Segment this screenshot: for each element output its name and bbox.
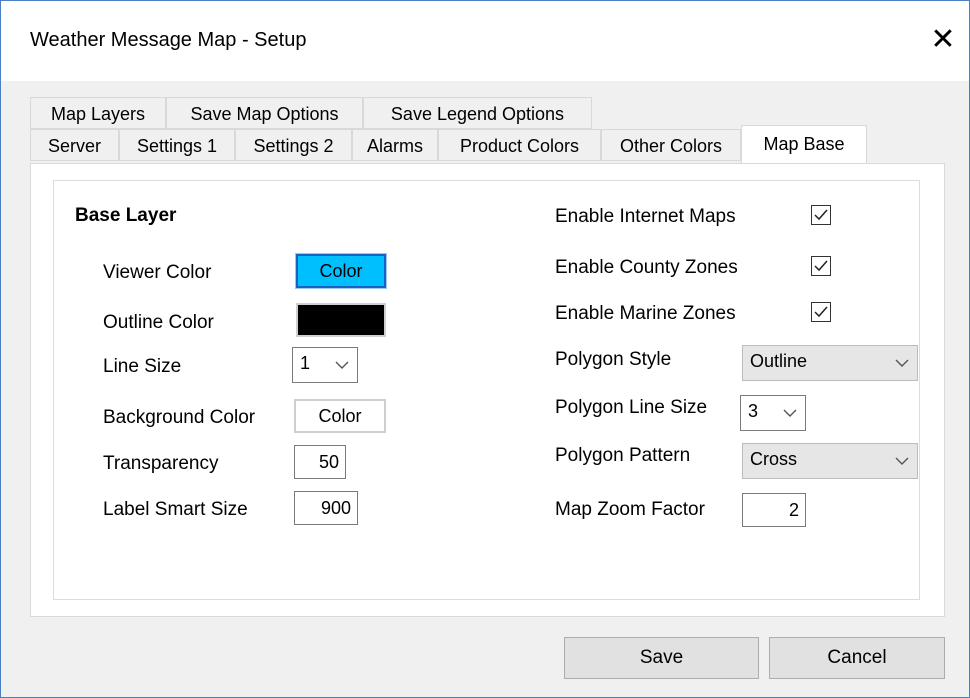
- cancel-button[interactable]: Cancel: [769, 637, 945, 679]
- map-base-panel: Base Layer Viewer Color Color Outline Co…: [30, 163, 945, 617]
- polygon-style-value: Outline: [750, 351, 808, 371]
- chevron-down-icon: [783, 409, 797, 417]
- polygon-line-size-value: 3: [748, 401, 759, 421]
- polygon-pattern-select[interactable]: Cross: [742, 443, 918, 479]
- label-smart-size-input[interactable]: 900: [294, 491, 358, 525]
- chevron-down-icon: [895, 359, 909, 367]
- base-layer-heading: Base Layer: [75, 205, 177, 226]
- tab-map-layers[interactable]: Map Layers: [30, 97, 166, 129]
- line-size-label: Line Size: [103, 356, 182, 377]
- polygon-style-label: Polygon Style: [555, 349, 672, 370]
- enable-marine-zones-label: Enable Marine Zones: [555, 303, 736, 324]
- enable-internet-maps-label: Enable Internet Maps: [555, 206, 736, 227]
- tab-save-legend-options[interactable]: Save Legend Options: [363, 97, 592, 129]
- tab-settings-1[interactable]: Settings 1: [119, 129, 235, 161]
- setup-dialog: Weather Message Map - Setup ✕ Map Layers…: [0, 0, 970, 698]
- window-title: Weather Message Map - Setup: [30, 29, 307, 51]
- tab-settings-2[interactable]: Settings 2: [235, 129, 352, 161]
- line-size-select[interactable]: 1: [292, 347, 358, 383]
- transparency-input[interactable]: 50: [294, 445, 346, 479]
- viewer-color-label: Viewer Color: [103, 262, 212, 283]
- close-icon: ✕: [930, 22, 956, 56]
- polygon-pattern-value: Cross: [750, 449, 798, 469]
- outline-color-button[interactable]: [296, 303, 386, 337]
- polygon-pattern-label: Polygon Pattern: [555, 445, 691, 466]
- tab-alarms[interactable]: Alarms: [352, 129, 438, 161]
- background-color-label: Background Color: [103, 407, 256, 428]
- viewer-color-button-label: Color: [319, 261, 363, 281]
- line-size-value: 1: [300, 353, 311, 373]
- background-color-button[interactable]: Color: [294, 399, 386, 433]
- viewer-color-button[interactable]: Color: [295, 253, 387, 289]
- polygon-line-size-select[interactable]: 3: [740, 395, 806, 431]
- checkmark-icon: [814, 306, 828, 318]
- label-smart-size-label: Label Smart Size: [103, 499, 248, 520]
- close-button[interactable]: ✕: [919, 15, 967, 63]
- background-color-button-label: Color: [318, 406, 362, 426]
- tab-save-map-options[interactable]: Save Map Options: [166, 97, 363, 129]
- tab-other-colors[interactable]: Other Colors: [601, 129, 741, 161]
- enable-county-zones-checkbox[interactable]: [811, 256, 831, 276]
- tab-product-colors[interactable]: Product Colors: [438, 129, 601, 161]
- outline-color-label: Outline Color: [103, 312, 214, 333]
- map-base-group: Base Layer Viewer Color Color Outline Co…: [53, 180, 920, 600]
- chevron-down-icon: [335, 361, 349, 369]
- map-zoom-factor-label: Map Zoom Factor: [555, 499, 705, 520]
- enable-internet-maps-checkbox[interactable]: [811, 205, 831, 225]
- checkmark-icon: [814, 260, 828, 272]
- tab-map-base[interactable]: Map Base: [741, 125, 867, 163]
- transparency-label: Transparency: [103, 453, 219, 474]
- title-bar: Weather Message Map - Setup ✕: [1, 1, 969, 81]
- save-button[interactable]: Save: [564, 637, 759, 679]
- map-zoom-factor-input[interactable]: 2: [742, 493, 806, 527]
- chevron-down-icon: [895, 457, 909, 465]
- enable-county-zones-label: Enable County Zones: [555, 257, 738, 278]
- polygon-style-select[interactable]: Outline: [742, 345, 918, 381]
- enable-marine-zones-checkbox[interactable]: [811, 302, 831, 322]
- tab-server[interactable]: Server: [30, 129, 119, 161]
- checkmark-icon: [814, 209, 828, 221]
- polygon-line-size-label: Polygon Line Size: [555, 397, 708, 418]
